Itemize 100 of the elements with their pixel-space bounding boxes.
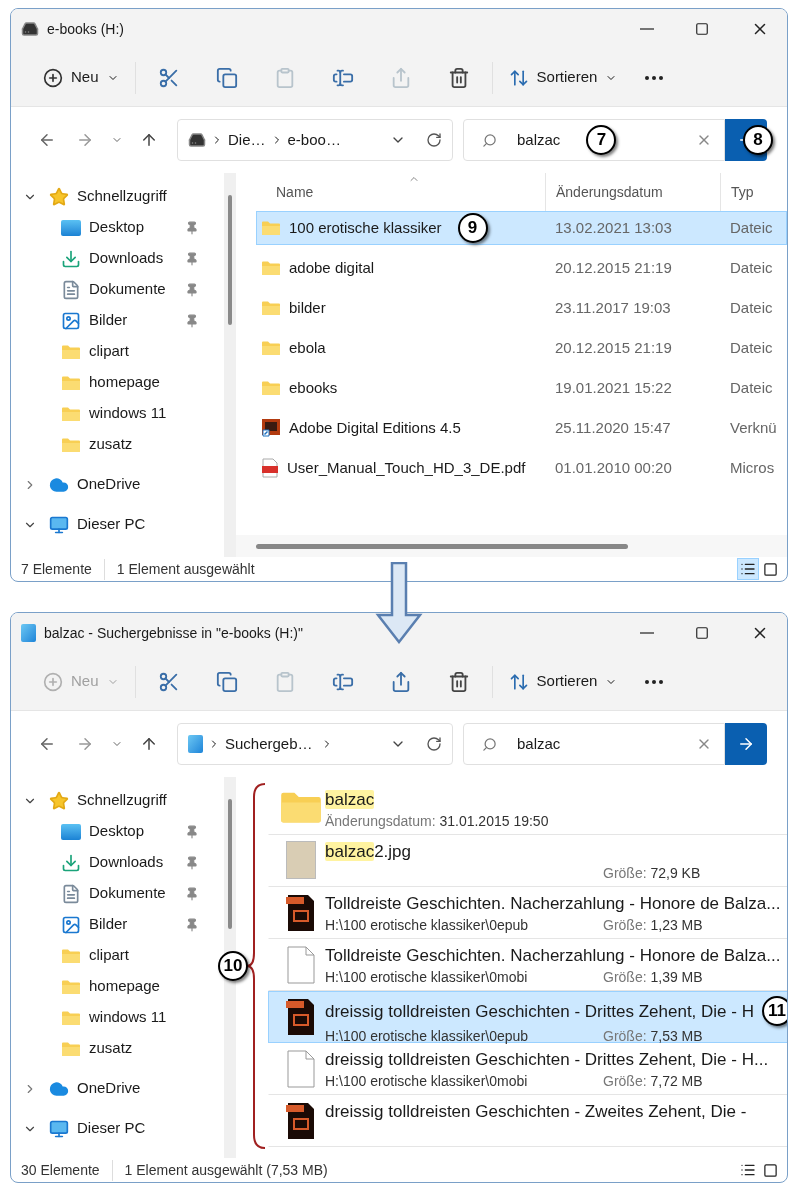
file-name: User_Manual_Touch_HD_3_DE.pdf [287,457,526,478]
nav-label: Dieser PC [77,1118,146,1139]
result-detail: Änderungsdatum: 31.01.2015 19:50 [325,812,549,831]
result-path: H:\100 erotische klassiker\0epub [325,916,530,935]
nav-item[interactable]: clipart [23,336,203,367]
back-icon [38,131,56,149]
file-row[interactable]: ebola 20.12.2015 21:19 Dateic [256,331,787,365]
refresh-icon[interactable] [426,736,442,752]
address-bar[interactable]: Suchergeb… [177,723,453,765]
window-title: e-books (H:) [47,19,126,39]
nav-item[interactable]: clipart [23,940,203,971]
breadcrumb[interactable]: Suchergeb… [225,732,313,756]
nav-item[interactable]: Downloads [23,243,203,274]
search-result-item[interactable]: dreissig tolldreisten Geschichten - Drittes Zehent, Die - H... H:\100 erotische klassiker\0mobi Größe: 7,72 MB [268,1043,787,1095]
nav-item[interactable]: Bilder [23,305,203,336]
column-header[interactable]: Typ [721,173,754,211]
minimize-icon [640,28,654,30]
details-view-button[interactable] [737,558,759,580]
photo-placeholder [286,841,316,879]
folder-icon [61,343,81,360]
window-title: balzac - Suchergebnisse in "e-books (H:)" [44,623,304,643]
copy-icon [215,66,238,89]
nav-item[interactable]: Dieser PC [23,509,224,540]
result-title: dreissig tolldreisten Geschichten - Zweites Zehent, Die - [325,1101,747,1123]
scrollbar-thumb[interactable] [228,799,232,929]
sort-button[interactable]: Sortieren [496,663,630,700]
file-row[interactable]: 100 erotische klassiker 9 13.02.2021 13:03 Dateic [256,211,787,245]
address-bar[interactable]: Die… e-boo… [177,119,453,161]
nav-item[interactable]: Schnellzugriff [23,181,224,212]
nav-item[interactable]: homepage [23,971,203,1002]
file-row[interactable]: Adobe Digital Editions 4.5 25.11.2020 15:47 Verknü [256,411,787,445]
search-field[interactable]: balzac 7 [463,119,725,161]
status-text: 30 Elemente [21,1160,100,1180]
picture-icon [61,310,81,331]
copy-icon [215,670,238,693]
nav-item[interactable]: Dieser PC [23,1113,224,1144]
nav-item[interactable]: Schnellzugriff [23,785,224,816]
forward-icon [76,131,94,149]
plus-icon [43,671,63,692]
ebook-file-icon [286,1101,316,1141]
file-row[interactable]: ebooks 19.01.2021 15:22 Dateic [256,371,787,405]
nav-label: OneDrive [77,474,141,495]
nav-item[interactable]: homepage [23,367,203,398]
result-path: H:\100 erotische klassiker\0mobi [325,1072,529,1091]
result-detail: Größe: 7,53 MB [603,1027,703,1046]
blank-file-icon [286,945,316,985]
nav-item[interactable]: zusatz [23,429,203,460]
trash-icon [447,66,470,89]
status-text: 1 Element ausgewählt (7,53 MB) [111,1159,328,1181]
nav-item[interactable]: Desktop [23,212,203,243]
file-row[interactable]: adobe digital 20.12.2015 21:19 Dateic [256,251,787,285]
blank-file-icon [286,1049,316,1089]
sort-button[interactable]: Sortieren [496,59,630,96]
search-result-item[interactable]: dreissig tolldreisten Geschichten - Drittes Zehent, Die - H 11 H:\100 erotische klassiker\0epub Größe: 7,53 MB [268,991,787,1043]
result-detail: Größe: 1,23 MB [603,916,703,935]
more-icon [645,679,664,684]
nav-item[interactable]: OneDrive [23,1073,224,1104]
file-name: ebooks [289,377,338,398]
pdf-file-icon [261,458,279,478]
refresh-icon[interactable] [426,132,442,148]
ebook-file-icon [286,893,316,933]
horizontal-scrollbar-thumb[interactable] [256,543,628,549]
folder-icon [61,436,81,453]
breadcrumb[interactable]: Die… [228,128,266,152]
search-folder-icon [188,735,203,753]
nav-item[interactable]: OneDrive [23,469,224,500]
monitor-icon [49,1118,69,1139]
type-cell-text: Micros [729,457,775,478]
new-button[interactable]: Neu [31,59,131,96]
search-result-item[interactable]: Tolldreiste Geschichten. Nacherzahlung - Honore de Balza... H:\100 erotische klassiker\0epub Größe: 1,23 MB [268,887,787,939]
search-result-item[interactable]: balzac Änderungsdatum: 31.01.2015 19:50 [268,783,787,835]
nav-item[interactable]: Downloads [23,847,203,878]
search-result-item[interactable]: balzac2.jpg Größe: 72,9 KB [268,835,787,887]
search-folder-icon [21,624,36,642]
download-icon [61,852,81,873]
nav-label: OneDrive [77,1078,141,1099]
date-cell-text: 19.01.2021 15:22 [554,377,673,398]
search-field[interactable]: balzac [463,723,725,765]
nav-item[interactable]: windows 11 [23,1002,203,1033]
result-title: Tolldreiste Geschichten. Nacherzahlung - Honore de Balza... [325,945,781,967]
nav-item[interactable]: windows 11 [23,398,203,429]
nav-item[interactable]: Dokumente [23,878,203,909]
breadcrumb[interactable]: e-boo… [287,128,341,152]
result-title: balzac [325,789,375,811]
more-icon [645,75,664,80]
date-cell-text: 20.12.2015 21:19 [554,337,673,358]
nav-item[interactable]: Bilder [23,909,203,940]
file-row[interactable]: bilder 23.11.2017 19:03 Dateic [256,291,787,325]
callout-number: 7 [586,125,617,155]
nav-item[interactable]: Dokumente [23,274,203,305]
type-cell-text: Dateic [729,297,773,318]
scrollbar-thumb[interactable] [228,195,232,325]
search-go-button[interactable] [725,723,767,765]
folder-icon [61,1040,81,1057]
forward-icon [76,735,94,753]
file-row[interactable]: User_Manual_Touch_HD_3_DE.pdf 01.01.2010 00:20 Micros [256,451,787,485]
search-result-item[interactable]: dreissig tolldreisten Geschichten - Zweites Zehent, Die - [268,1095,787,1147]
nav-item[interactable]: zusatz [23,1033,203,1064]
nav-item[interactable]: Desktop [23,816,203,847]
folder-icon [261,380,281,396]
